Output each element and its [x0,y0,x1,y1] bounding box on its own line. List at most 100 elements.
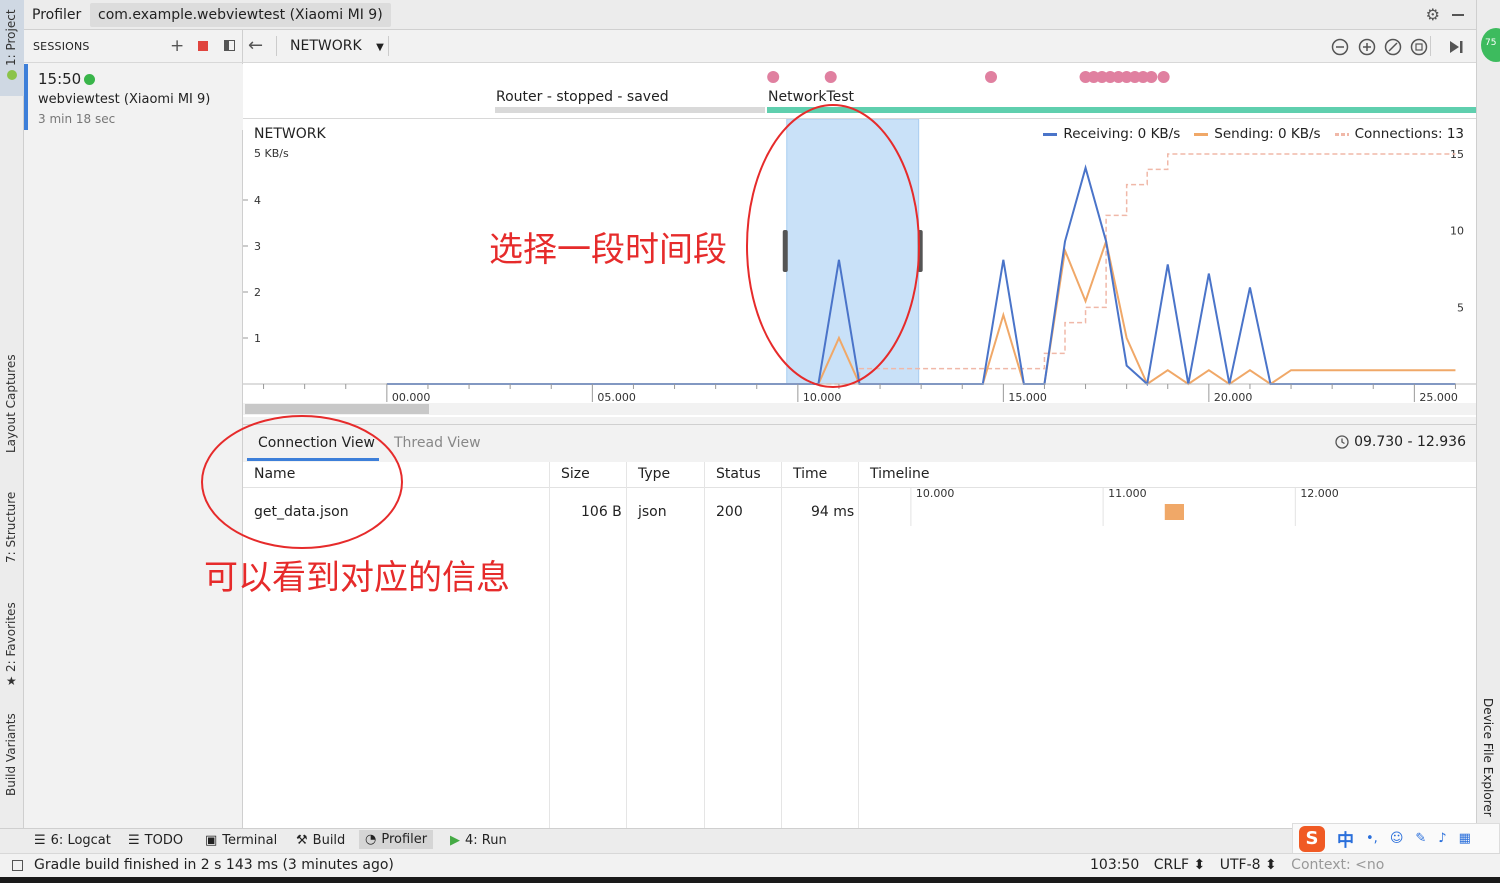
stop-session-icon[interactable] [198,41,208,51]
clock-icon [1335,435,1349,449]
x-tick-label: 10.000 [803,391,842,404]
activity-label: NetworkTest [768,89,855,105]
horizontal-scrollbar-thumb [245,404,429,414]
toolbar-divider [1430,36,1431,56]
ime-logo-icon[interactable]: S [1299,825,1325,852]
microphone-icon[interactable]: ♪ [1438,831,1446,846]
x-tick-label: 15.000 [1008,391,1047,404]
badge-count: 75 [1485,38,1497,48]
event-timeline: Router - stopped - saved NetworkTest [243,63,1476,119]
touch-event-marker [824,71,837,83]
back-arrow-icon[interactable]: ← [248,35,263,56]
grid-icon[interactable]: ▦ [1459,831,1471,846]
touch-event-marker [985,71,998,83]
ime-language[interactable]: 中 [1337,826,1354,851]
punctuation-icon[interactable]: •, [1366,831,1378,846]
terminal-icon: ▣ [205,833,218,848]
structure-label: 7: Structure [4,491,18,563]
status-indicators: 103:50 CRLF ⬍ UTF-8 ⬍ Context: <no [1090,857,1384,873]
session-live-indicator [84,74,95,85]
x-tick-label: 05.000 [597,391,636,404]
toolbar-divider [388,36,389,56]
y-left-tick-label: 1 [254,332,261,345]
favorites-tool-tab[interactable]: 2: Favorites ★ [0,602,24,690]
touch-event-marker [1157,71,1170,83]
right-tool-strip: 75 Device File Explorer [1476,0,1500,828]
zoom-in-icon[interactable] [1358,38,1376,56]
annotation-select-text: 选择一段时间段 [489,230,727,270]
session-tab[interactable]: com.example.webviewtest (Xiaomi MI 9) [90,3,391,27]
pen-icon[interactable]: ✎ [1415,831,1426,846]
add-session-icon[interactable]: + [170,36,184,56]
run-tool-button[interactable]: ▶ 4: Run [450,833,507,848]
activity-label: Router - stopped - saved [496,89,669,105]
status-bar: Gradle build finished in 2 s 143 ms (3 m… [0,853,1500,877]
request-size: 106 B [581,504,622,520]
run-label: 4: Run [465,833,507,848]
line-separator-value: CRLF [1153,857,1190,873]
logcat-tool-button[interactable]: ☰ 6: Logcat [34,833,111,848]
window-bottom-edge [0,877,1500,883]
collapse-panel-icon[interactable] [224,40,235,51]
caret-position[interactable]: 103:50 [1090,857,1139,873]
reset-zoom-icon[interactable] [1384,38,1402,56]
y-right-tick-label: 15 [1450,148,1464,161]
build-variants-label: Build Variants [4,713,18,796]
context-indicator[interactable]: Context: <no [1291,857,1384,873]
structure-tool-tab[interactable]: 7: Structure [0,491,24,580]
terminal-tool-button[interactable]: ▣ Terminal [205,833,277,848]
zoom-controls [1331,38,1428,56]
profiler-window-title: Profiler [32,7,82,23]
profiler-tool-button[interactable]: ◔ Profiler [359,830,434,849]
x-tick-label: 25.000 [1419,391,1458,404]
tab-connection-view[interactable]: Connection View [258,435,375,451]
selection-left-handle [782,230,788,272]
build-tool-button[interactable]: ⚒ Build [296,833,345,848]
sessions-panel: SESSIONS + 15:50 webviewtest (Xiaomi MI … [24,30,243,828]
activity-bar-active [767,107,1476,113]
favorites-label: 2: Favorites [4,602,18,672]
device-file-explorer-label: Device File Explorer [1481,698,1495,817]
request-time: 94 ms [811,504,855,520]
session-time: 15:50 [38,70,82,88]
session-device: webviewtest (Xiaomi MI 9) [38,92,211,107]
file-encoding[interactable]: UTF-8 ⬍ [1220,857,1277,873]
profiler-selector-dropdown[interactable]: NETWORK ▼ [290,38,384,54]
status-toggle-icon[interactable] [12,860,23,871]
series-receiving [386,164,1456,386]
selection-range-text: 09.730 - 12.936 [1354,434,1466,450]
run-icon: ▶ [450,833,460,848]
todo-tool-button[interactable]: ☰ TODO [128,833,183,848]
table-row[interactable]: get_data.json 106 B json 200 94 ms [243,462,1476,532]
build-label: Build [312,833,346,848]
file-encoding-value: UTF-8 [1219,857,1261,873]
x-tick-label: 20.000 [1214,391,1253,404]
settings-icon[interactable]: ⚙ [1426,5,1440,24]
minimize-icon[interactable] [1452,14,1464,16]
assistant-badge[interactable]: 75 [1481,28,1500,62]
go-live-icon[interactable] [1448,39,1464,55]
y-right-tick-label: 5 [1457,301,1464,314]
gauge-icon: ◔ [365,832,377,847]
request-name: get_data.json [254,504,349,520]
y-left-tick-label: 2 [254,286,261,299]
project-tab-label: 1: Project [4,9,18,66]
emoji-icon[interactable]: ☺ [1390,831,1404,846]
session-item[interactable]: 15:50 webviewtest (Xiaomi MI 9) 3 min 18… [24,64,243,130]
request-type: json [638,504,667,520]
status-message: Gradle build finished in 2 s 143 ms (3 m… [34,857,394,873]
connection-table: Name Size Type Status Time Timeline 10.0… [243,462,1476,828]
zoom-to-selection-icon[interactable] [1410,38,1428,56]
line-separator[interactable]: CRLF ⬍ [1154,857,1206,873]
network-chart[interactable]: NETWORK Receiving: 0 KB/s Sending: 0 KB/… [243,119,1476,417]
activity-bar-stopped [495,107,765,113]
build-variants-tool-tab[interactable]: Build Variants [0,712,24,812]
layout-captures-tool-tab[interactable]: Layout Captures [0,354,24,470]
annotation-info-text: 可以看到对应的信息 [204,558,510,598]
project-tool-tab[interactable]: 1: Project [0,0,24,96]
y-left-tick-label: 3 [254,240,261,253]
tab-thread-view[interactable]: Thread View [394,435,481,451]
zoom-out-icon[interactable] [1331,38,1349,56]
terminal-label: Terminal [222,833,278,848]
sessions-title: SESSIONS [33,40,90,53]
